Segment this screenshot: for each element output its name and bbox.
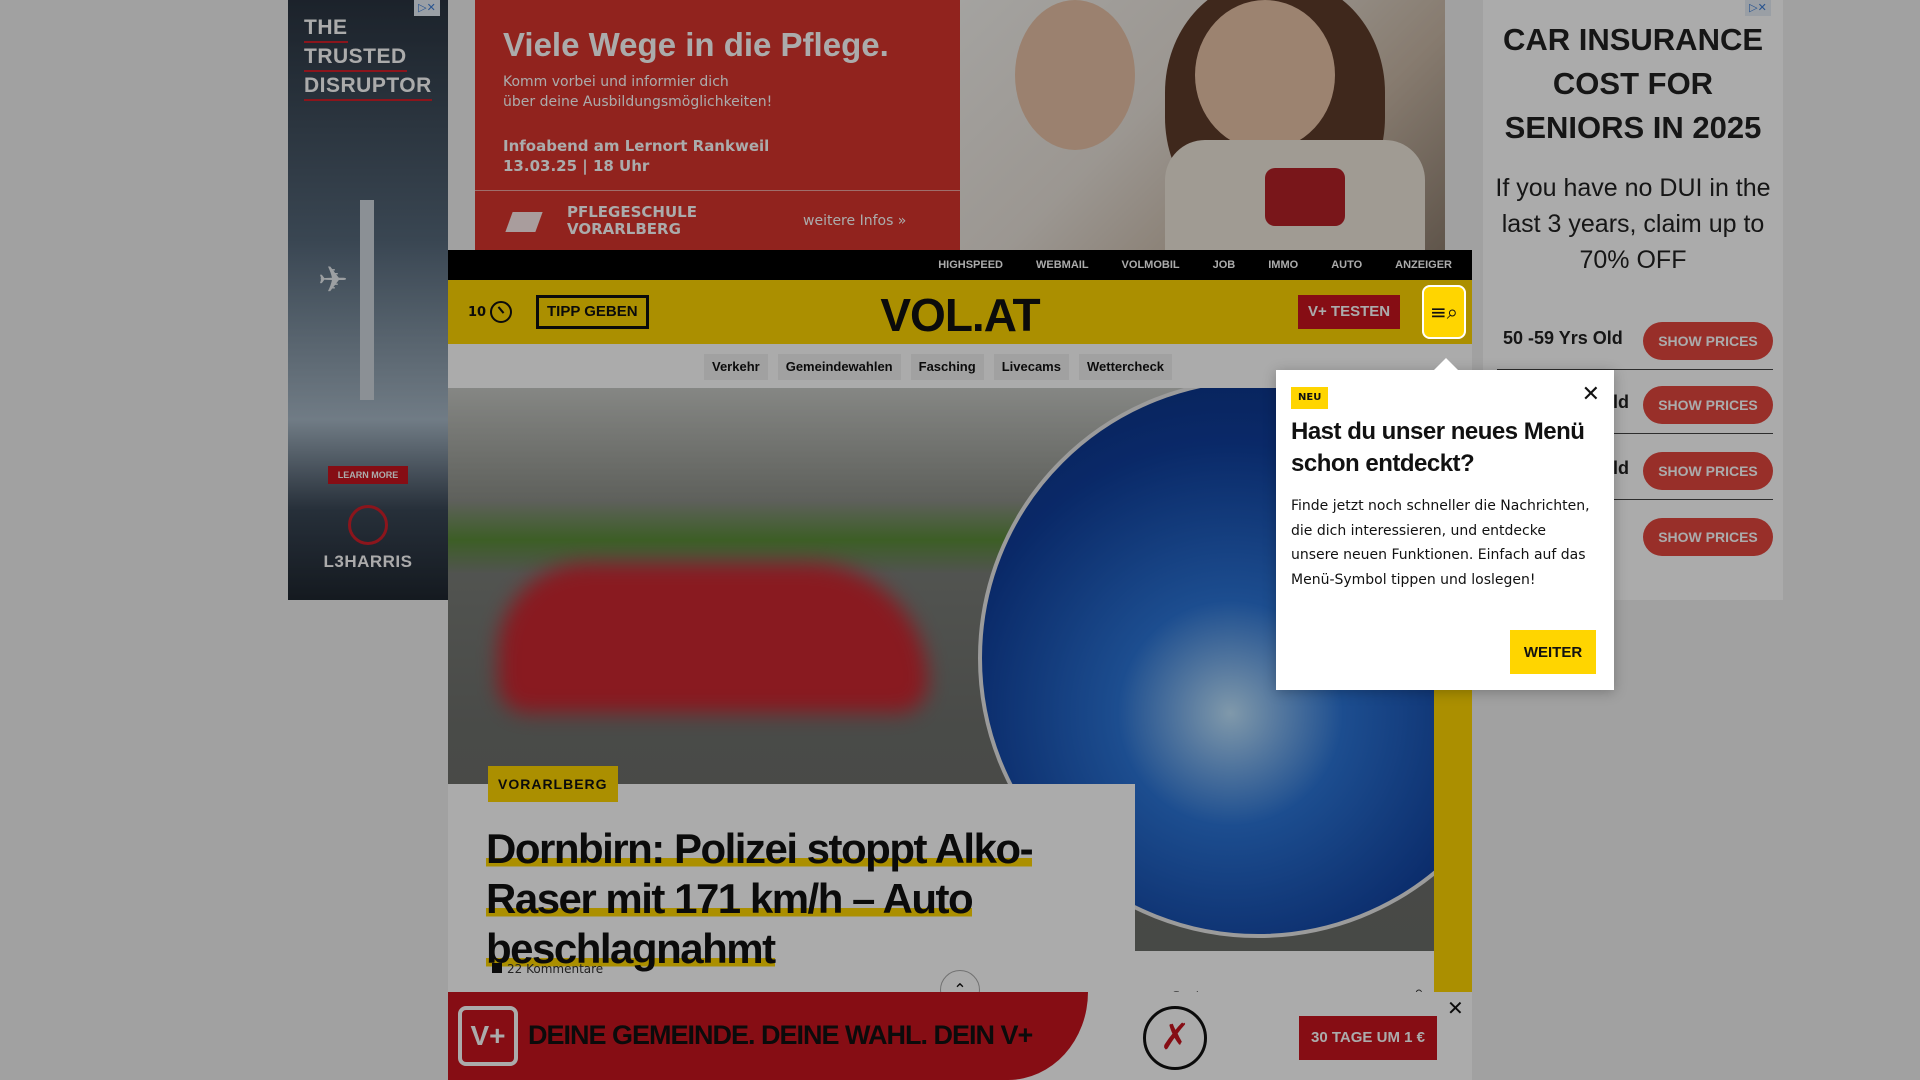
- topnav-item-highspeed[interactable]: HIGHSPEED: [938, 250, 1003, 280]
- ad-school: PFLEGESCHULE VORARLBERG: [567, 204, 727, 238]
- category-fasching[interactable]: Fasching: [910, 354, 984, 380]
- show-prices-button[interactable]: SHOW PRICES: [1643, 322, 1773, 360]
- article-category-tag[interactable]: VORARLBERG: [488, 766, 618, 802]
- article-comments[interactable]: 22 Kommentare: [492, 962, 603, 976]
- ad-event-line: 13.03.25 | 18 Uhr: [503, 157, 650, 175]
- ad-headline-line: TRUSTED: [304, 43, 407, 72]
- ad-subtitle-line: Komm vorbei und informier dich: [503, 74, 729, 90]
- menu-search-button[interactable]: ≡⌕: [1422, 285, 1466, 339]
- menu-search-icon: ≡⌕: [1430, 300, 1458, 324]
- ad-age-label: ld: [1613, 392, 1629, 412]
- ad-event-line: Infoabend am Lernort Rankweil: [503, 137, 770, 155]
- close-icon[interactable]: ✕: [1582, 382, 1600, 407]
- hero-car: [498, 563, 928, 713]
- bottom-sticky-ad[interactable]: V+ DEINE GEMEINDE. DEINE WAHL. DEIN V+ ✗…: [448, 992, 1472, 1080]
- vplus-logo: V+: [458, 1006, 518, 1066]
- ad-brand: L3HARRIS: [323, 552, 413, 571]
- popup-title: Hast du unser neues Menü schon entdeckt?: [1291, 418, 1585, 477]
- ad-photo-object: [1265, 168, 1345, 226]
- ad-headline: THE TRUSTED DISRUPTOR: [304, 14, 432, 101]
- top-banner-ad[interactable]: Viele Wege in die Pflege. Komm vorbei un…: [475, 0, 1445, 250]
- new-badge: NEU: [1291, 387, 1329, 409]
- vplus-testen-button[interactable]: V+ TESTEN: [1298, 295, 1401, 329]
- show-prices-button[interactable]: SHOW PRICES: [1643, 452, 1773, 490]
- left-skyscraper-ad[interactable]: THE TRUSTED DISRUPTOR ✈ LEARN MORE L3HAR…: [288, 0, 448, 600]
- jet-icon: ✈: [318, 260, 349, 301]
- ad-age-label: ld: [1613, 458, 1629, 478]
- article-title[interactable]: Dornbirn: Polizei stoppt Alko- Raser mit…: [486, 824, 1086, 974]
- bottom-ad-cta-button[interactable]: 30 TAGE UM 1 €: [1299, 1016, 1437, 1060]
- learn-more-button[interactable]: LEARN MORE: [328, 466, 408, 484]
- close-icon[interactable]: ✕: [1447, 996, 1464, 1020]
- popup-body: Finde jetzt noch schneller die Nachricht…: [1291, 498, 1590, 588]
- ad-title: Viele Wege in die Pflege.: [503, 26, 889, 63]
- bottom-ad-slogan: DEINE GEMEINDE. DEINE WAHL. DEIN V+: [528, 1020, 1033, 1050]
- ad-school-line: PFLEGESCHULE: [567, 203, 697, 221]
- site-header: 10 TIPP GEBEN VOL.AT V+ TESTEN: [448, 280, 1472, 344]
- ad-choices-icon[interactable]: ▷✕: [1745, 0, 1771, 16]
- ad-headline-line: DISRUPTOR: [304, 72, 432, 101]
- topnav-item-job[interactable]: JOB: [1213, 250, 1236, 280]
- show-prices-button[interactable]: SHOW PRICES: [1643, 518, 1773, 556]
- ballot-icon: ✗: [1143, 1006, 1207, 1070]
- category-verkehr[interactable]: Verkehr: [704, 354, 768, 380]
- ad-age-label: 50 -59 Yrs Old: [1503, 328, 1623, 348]
- category-wettercheck[interactable]: Wettercheck: [1078, 354, 1173, 380]
- show-prices-button[interactable]: SHOW PRICES: [1643, 386, 1773, 424]
- topnav-item-volmobil[interactable]: VOLMOBIL: [1122, 250, 1180, 280]
- ad-photo-person: [1015, 0, 1135, 150]
- ad-title: CAR INSURANCE COST FOR SENIORS IN 2025: [1502, 22, 1764, 145]
- new-menu-popup: NEU ✕ Hast du unser neues Menü schon ent…: [1276, 358, 1614, 690]
- ad-headline-line: THE: [304, 14, 348, 43]
- weiter-button[interactable]: WEITER: [1510, 630, 1596, 674]
- ad-subtitle-line: über deine Ausbildungsmöglichkeiten!: [503, 94, 773, 110]
- topnav-item-webmail[interactable]: WEBMAIL: [1036, 250, 1089, 280]
- ad-event: Infoabend am Lernort Rankweil 13.03.25 |…: [503, 136, 923, 176]
- ad-tower-graphic: [360, 200, 374, 400]
- category-gemeindewahlen[interactable]: Gemeindewahlen: [777, 354, 901, 380]
- ad-price-row: 50 -59 Yrs Old SHOW PRICES: [1497, 318, 1773, 370]
- category-livecams[interactable]: Livecams: [993, 354, 1069, 380]
- topnav-item-immo[interactable]: IMMO: [1268, 250, 1298, 280]
- ad-choices-icon[interactable]: ▷✕: [414, 0, 440, 16]
- ad-body: If you have no DUI in the last 3 years, …: [1495, 174, 1771, 274]
- ad-divider: [475, 190, 960, 191]
- topnav-item-auto[interactable]: AUTO: [1331, 250, 1362, 280]
- l3harris-logo-icon: [348, 505, 388, 545]
- ad-photo-person: [1195, 0, 1335, 150]
- ad-school-line: VORARLBERG: [567, 220, 681, 238]
- ad-more-link[interactable]: weitere Infos »: [803, 213, 906, 229]
- article-title-line: Raser mit 171 km/h – Auto: [486, 875, 974, 922]
- top-navigation: HIGHSPEED WEBMAIL VOLMOBIL JOB IMMO AUTO…: [448, 250, 1472, 280]
- article-title-line: Dornbirn: Polizei stoppt Alko-: [486, 825, 1034, 872]
- topnav-item-anzeiger[interactable]: ANZEIGER: [1395, 250, 1452, 280]
- ad-subtitle: Komm vorbei und informier dich über dein…: [503, 72, 883, 112]
